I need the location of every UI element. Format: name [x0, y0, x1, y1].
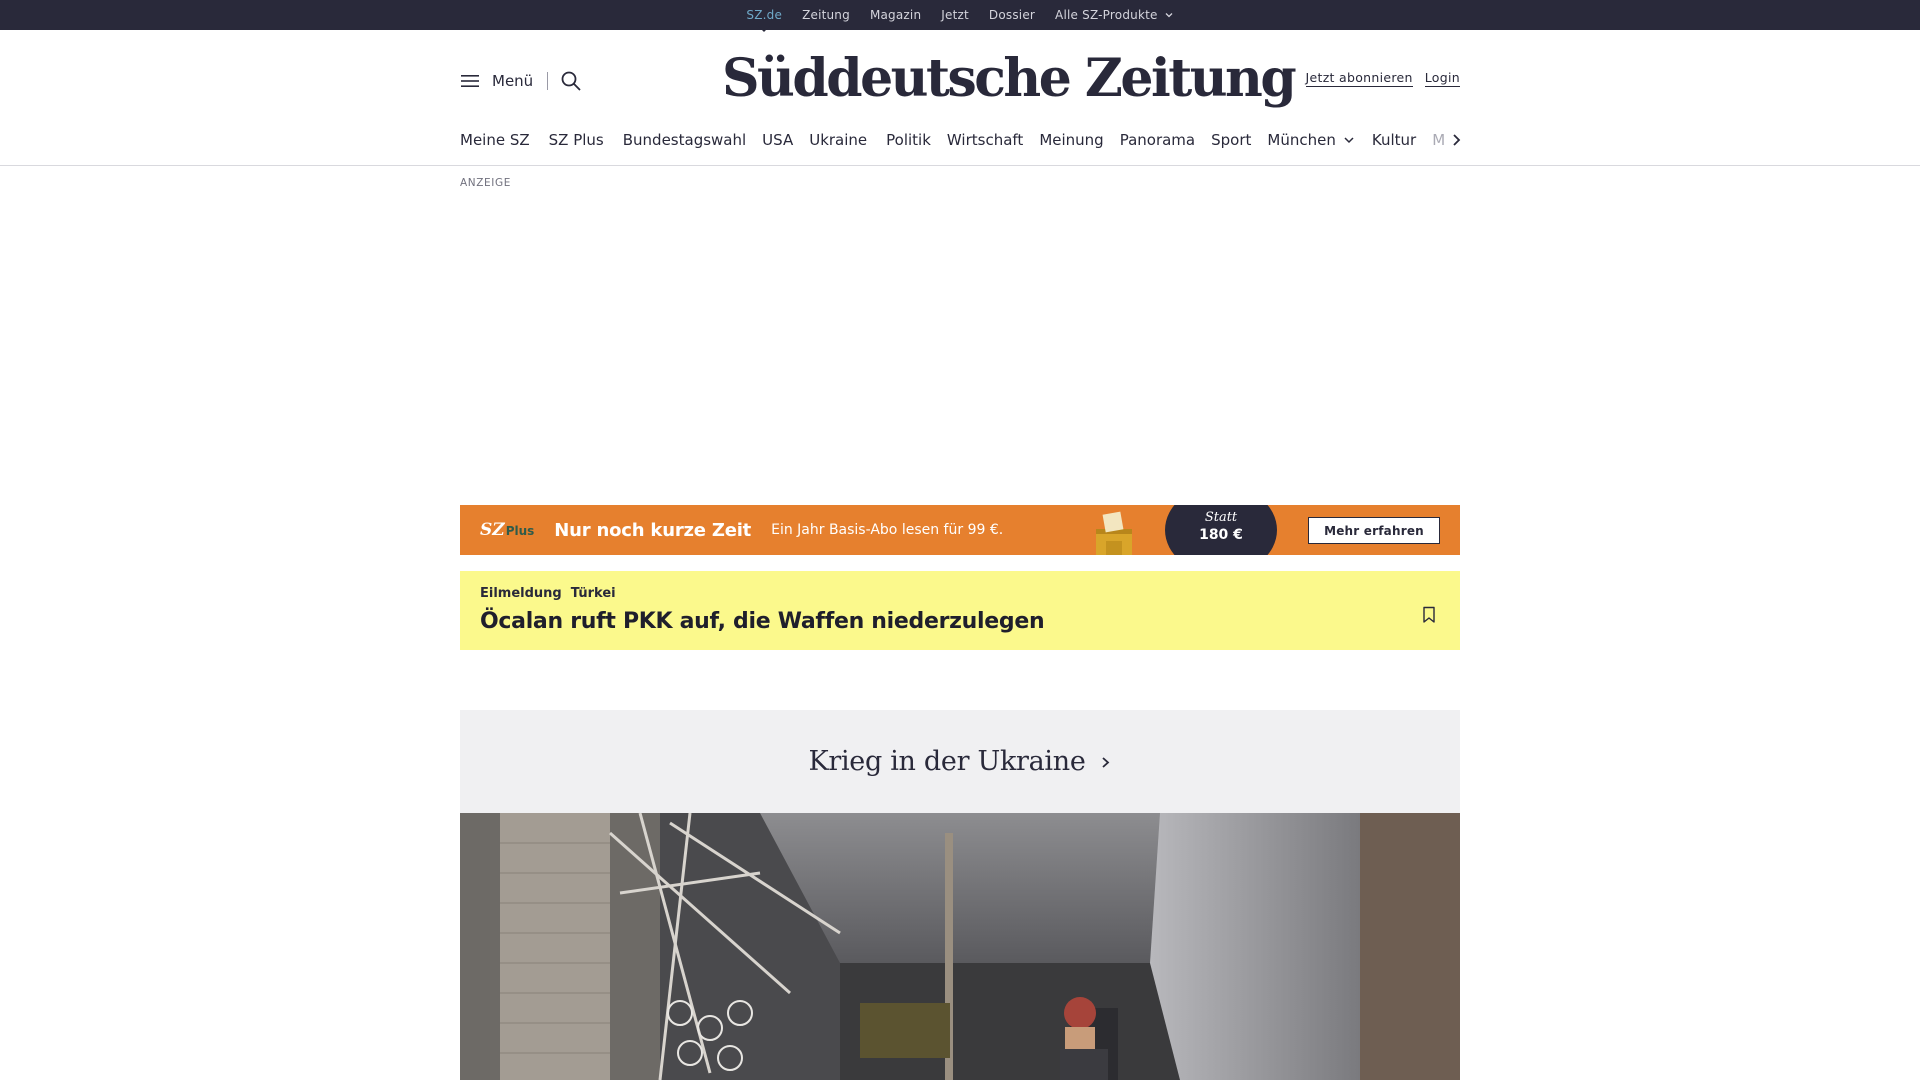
- nav-item-sz-plus[interactable]: SZ Plus: [549, 131, 604, 149]
- topbar-link-jetzt[interactable]: Jetzt: [941, 8, 969, 22]
- nav-item-meine-sz[interactable]: Meine SZ: [460, 131, 530, 149]
- site-logo[interactable]: Süddeutsche Zeitung: [722, 48, 1297, 109]
- breaking-news-teaser[interactable]: Eilmeldung Türkei Öcalan ruft PKK auf, d…: [460, 571, 1460, 650]
- nav-item-kultur[interactable]: Kultur: [1372, 131, 1416, 149]
- chevron-right-icon: [1453, 134, 1461, 146]
- topbar-link-sz-de[interactable]: SZ.de: [746, 8, 782, 22]
- nav-item-sport[interactable]: Sport: [1211, 131, 1251, 149]
- chevron-right-icon: [1101, 756, 1109, 768]
- ad-label: ANZEIGE: [460, 177, 511, 189]
- nav-item-truncated[interactable]: M: [1432, 131, 1445, 149]
- chevron-down-icon: [1165, 13, 1173, 18]
- promo-subline: Ein Jahr Basis-Abo lesen für 99 €.: [771, 522, 1004, 538]
- breaking-headline[interactable]: Öcalan ruft PKK auf, die Waffen niederzu…: [480, 609, 1045, 634]
- nav-scroll-right-button[interactable]: [1448, 130, 1464, 150]
- login-link[interactable]: Login: [1424, 70, 1460, 87]
- destroyed-building-photo: [460, 813, 1460, 1080]
- chevron-down-icon: [1344, 137, 1354, 144]
- subscribe-link[interactable]: Jetzt abonnieren: [1305, 70, 1413, 87]
- topbar-link-alle-produkte-label: Alle SZ-Produkte: [1055, 8, 1158, 22]
- menu-divider: [547, 72, 549, 90]
- nav-item-wirtschaft[interactable]: Wirtschaft: [947, 131, 1023, 149]
- breaking-kicker: Eilmeldung Türkei: [480, 586, 616, 601]
- nav-item-meinung[interactable]: Meinung: [1039, 131, 1103, 149]
- topbar-link-dossier[interactable]: Dossier: [989, 8, 1035, 22]
- menu-button[interactable]: Menü: [460, 70, 582, 92]
- bookmark-icon[interactable]: [1422, 606, 1436, 624]
- promo-headline: Nur noch kurze Zeit: [554, 519, 752, 541]
- search-icon: [561, 71, 581, 91]
- nav-item-muenchen-label: München: [1267, 131, 1336, 149]
- section-title: Krieg in der Ukraine: [808, 746, 1086, 777]
- sz-plus-logo-plus: Plus: [505, 524, 535, 538]
- product-bar: SZ.de Zeitung Magazin Jetzt Dossier Alle…: [0, 0, 1920, 30]
- nav-item-panorama[interactable]: Panorama: [1120, 131, 1195, 149]
- topbar-link-zeitung[interactable]: Zeitung: [802, 8, 850, 22]
- section-header-ukraine[interactable]: Krieg in der Ukraine: [460, 710, 1460, 813]
- learn-more-button[interactable]: Mehr erfahren: [1308, 517, 1440, 544]
- sz-plus-logo: SZ Plus: [480, 520, 534, 540]
- site-header: Menü Süddeutsche Zeitung Jetzt abonniere…: [460, 30, 1460, 134]
- breaking-topic: Türkei: [570, 586, 616, 601]
- hamburger-icon: [461, 75, 479, 87]
- search-button[interactable]: [560, 70, 582, 92]
- old-price-value: 180 €: [1199, 527, 1243, 543]
- ballot-box-icon: [1096, 511, 1132, 555]
- main-nav: Meine SZ SZ Plus Bundestagswahl USA Ukra…: [460, 128, 1460, 152]
- breaking-label: Eilmeldung: [480, 586, 562, 601]
- promo-banner[interactable]: SZ Plus Nur noch kurze Zeit Ein Jahr Basi…: [460, 505, 1460, 555]
- nav-item-usa[interactable]: USA: [762, 131, 793, 149]
- account-links: Jetzt abonnieren Login: [1305, 70, 1460, 87]
- nav-item-bundestagswahl[interactable]: Bundestagswahl: [623, 131, 746, 149]
- lead-article-photo[interactable]: [460, 813, 1460, 1080]
- sz-plus-logo-brand: SZ: [480, 520, 505, 540]
- nav-item-politik[interactable]: Politik: [886, 131, 931, 149]
- topbar-link-magazin[interactable]: Magazin: [870, 8, 921, 22]
- old-price-badge: Statt 180 €: [1165, 505, 1277, 555]
- nav-item-muenchen[interactable]: München: [1267, 131, 1355, 149]
- topbar-link-alle-produkte[interactable]: Alle SZ-Produkte: [1055, 8, 1174, 22]
- nav-item-ukraine[interactable]: Ukraine: [809, 131, 867, 149]
- menu-label: Menü: [492, 72, 534, 90]
- nav-divider: [0, 165, 1920, 166]
- old-price-prefix: Statt: [1204, 510, 1238, 525]
